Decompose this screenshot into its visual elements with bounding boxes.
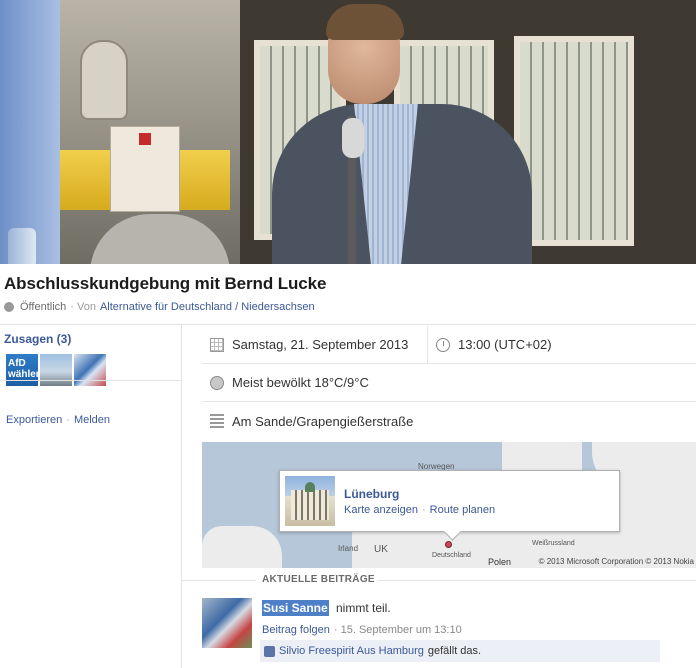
- separator: ·: [66, 414, 70, 426]
- map-popup-links: Karte anzeigen · Route planen: [344, 504, 495, 516]
- divider: [378, 580, 696, 581]
- report-link[interactable]: Melden: [74, 414, 110, 426]
- post-action-text: nimmt teil.: [336, 601, 391, 615]
- city-link[interactable]: Lüneburg: [344, 487, 399, 501]
- route-link[interactable]: Route planen: [430, 504, 495, 516]
- map-label-poland: Polen: [488, 557, 512, 567]
- likes-suffix: gefällt das.: [427, 645, 482, 657]
- privacy-label: Öffentlich: [20, 301, 67, 313]
- cover-sign: [110, 126, 180, 212]
- cover-speaker: [272, 0, 572, 264]
- post-meta: Beitrag folgen · 15. September um 13:10: [262, 624, 462, 636]
- calendar-icon: [210, 337, 224, 352]
- divider: [0, 380, 182, 381]
- event-date: Samstag, 21. September 2013: [232, 337, 409, 352]
- cover-bottle: [8, 228, 36, 264]
- post-author-avatar[interactable]: [202, 598, 252, 648]
- globe-icon: [4, 302, 14, 312]
- event-location: Am Sande/Grapengießerstraße: [232, 413, 414, 429]
- attendee-avatar[interactable]: AfD wählen: [6, 354, 42, 386]
- show-map-link[interactable]: Karte anzeigen: [344, 504, 418, 516]
- liker-link[interactable]: Silvio Freespirit Aus Hamburg: [279, 645, 424, 657]
- cloud-icon: [210, 375, 224, 390]
- by-prefix: · Von: [70, 301, 96, 313]
- post-author-link[interactable]: Susi Sanne: [262, 600, 329, 616]
- post-timestamp[interactable]: · 15. September um 13:10: [334, 624, 462, 636]
- event-weather: Meist bewölkt 18°C/9°C: [232, 375, 369, 390]
- recent-posts-heading: AKTUELLE BEITRÄGE: [262, 574, 375, 585]
- follow-post-link[interactable]: Beitrag folgen: [262, 624, 330, 636]
- map-popup: Lüneburg Karte anzeigen · Route planen: [279, 470, 620, 532]
- map-label-uk: UK: [374, 544, 388, 555]
- divider: [182, 580, 256, 581]
- city-thumbnail[interactable]: [285, 476, 335, 526]
- event-actions: Exportieren · Melden: [6, 414, 110, 426]
- event-time: 13:00 (UTC+02): [458, 337, 552, 352]
- event-cover-photo: [0, 0, 696, 264]
- event-weather-row: Meist bewölkt 18°C/9°C: [202, 364, 696, 402]
- time-cell: 13:00 (UTC+02): [428, 326, 552, 363]
- map-land: [202, 526, 282, 568]
- map-label-germany: Deutschland: [432, 552, 471, 559]
- like-icon: [264, 645, 275, 657]
- rsvp-going-link[interactable]: Zusagen (3): [4, 332, 71, 346]
- event-map[interactable]: Irland UK Deutschland Norwegen Weißrussl…: [202, 442, 696, 568]
- attendee-avatar[interactable]: [74, 354, 106, 386]
- event-title: Abschlusskundgebung mit Bernd Lucke: [4, 274, 327, 293]
- separator: ·: [422, 504, 426, 516]
- organizer-link[interactable]: Alternative für Deutschland / Niedersach…: [100, 301, 315, 313]
- event-location-row: Am Sande/Grapengießerstraße: [202, 402, 696, 440]
- map-label-ireland: Irland: [338, 544, 359, 553]
- attendee-avatar-text: AfD wählen: [8, 358, 42, 380]
- map-pin-icon[interactable]: [445, 541, 452, 548]
- clock-icon: [436, 337, 450, 352]
- export-link[interactable]: Exportieren: [6, 414, 62, 426]
- cover-lantern: [80, 40, 128, 120]
- map-copyright: © 2013 Microsoft Corporation © 2013 Noki…: [538, 557, 694, 566]
- location-list-icon: [210, 414, 224, 428]
- attendee-avatar[interactable]: [40, 354, 72, 386]
- event-datetime-row: Samstag, 21. September 2013 13:00 (UTC+0…: [202, 326, 696, 364]
- rsvp-thumbnails: AfD wählen: [6, 354, 106, 386]
- like-summary: Silvio Freespirit Aus Hamburg gefällt da…: [260, 640, 660, 662]
- event-subline: Öffentlich · Von Alternative für Deutsch…: [4, 301, 315, 313]
- cover-banner: [0, 0, 60, 264]
- left-sidebar: Zusagen (3) AfD wählen Exportieren · Mel…: [0, 324, 182, 668]
- date-cell: Samstag, 21. September 2013: [202, 326, 428, 363]
- map-label-belarus: Weißrussland: [532, 540, 575, 547]
